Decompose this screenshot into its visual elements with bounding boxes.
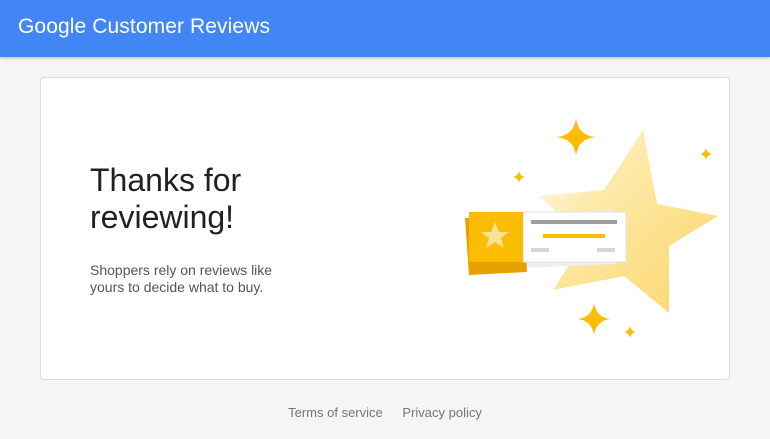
top-app-bar: Google Customer Reviews: [0, 0, 770, 57]
page-title: Thanks for reviewing!: [90, 162, 242, 235]
confirmation-card: Thanks for reviewing! Shoppers rely on r…: [40, 77, 730, 380]
privacy-policy-link[interactable]: Privacy policy: [402, 405, 481, 420]
thank-you-illustration: [421, 108, 721, 348]
page-subtitle: Shoppers rely on reviews like yours to d…: [90, 262, 273, 295]
footer: Terms of service Privacy policy: [0, 405, 770, 420]
brand-logo-text[interactable]: Google Customer Reviews: [18, 15, 270, 39]
terms-of-service-link[interactable]: Terms of service: [288, 405, 383, 420]
